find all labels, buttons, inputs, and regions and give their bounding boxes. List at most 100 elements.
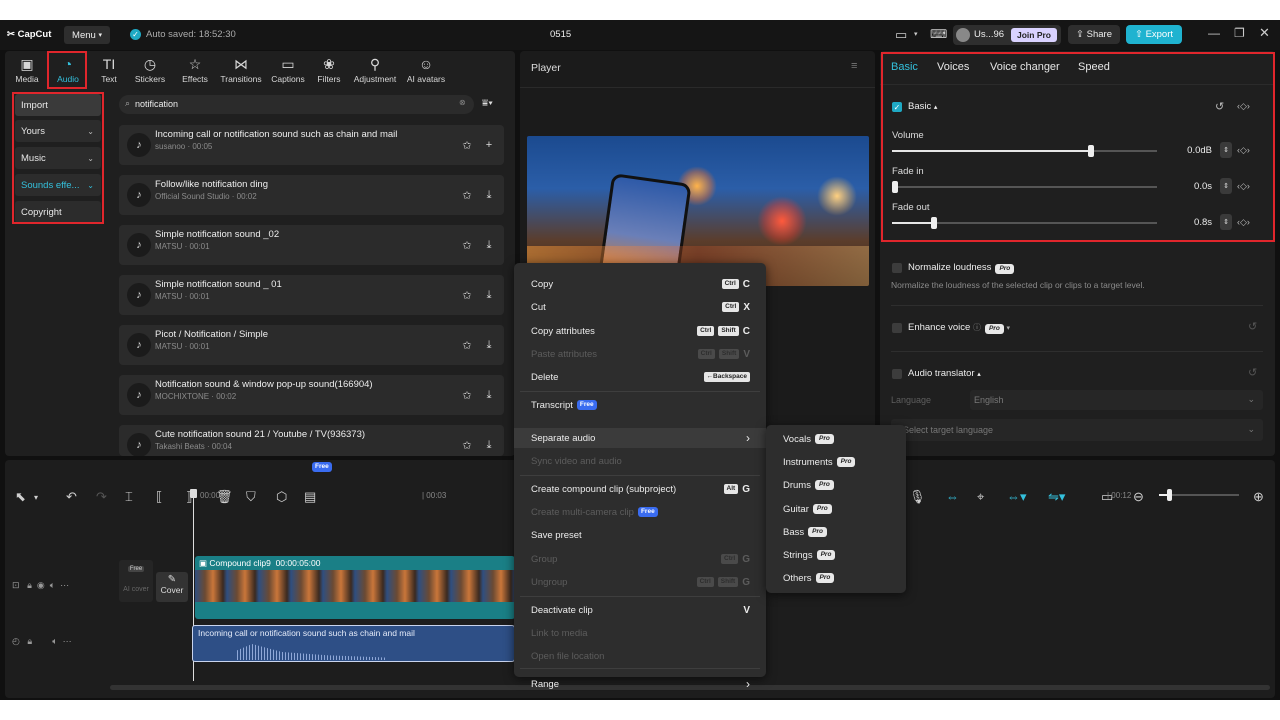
undo-icon[interactable]: ↶ bbox=[66, 489, 77, 505]
redo-icon[interactable]: ↷ bbox=[96, 489, 107, 505]
fadeout-stepper[interactable]: ⇕ bbox=[1220, 214, 1232, 230]
lock-icon[interactable]: 🔒︎ bbox=[27, 580, 32, 590]
toolbar-captions[interactable]: ▭ Captions bbox=[267, 54, 309, 86]
compound-clip[interactable]: ▣ Compound clip9 00:00:05:00 bbox=[195, 556, 515, 619]
toolbar-text[interactable]: TI Text bbox=[95, 54, 123, 86]
tab-speed[interactable]: Speed bbox=[1078, 61, 1110, 73]
list-item[interactable]: ♪ Follow/like notification ding Official S… bbox=[119, 175, 504, 215]
zoom-slider[interactable] bbox=[1159, 489, 1239, 501]
reset-icon[interactable]: ↺ bbox=[1248, 366, 1257, 379]
search-input[interactable]: ⌕ notification ⊗ bbox=[119, 95, 474, 114]
fadein-stepper[interactable]: ⇕ bbox=[1220, 178, 1232, 194]
download-icon[interactable]: ⤓ bbox=[482, 338, 496, 352]
toolbar-adjustment[interactable]: ⚲ Adjustment bbox=[348, 54, 402, 86]
submenu-item-bass[interactable]: Bass Pro bbox=[783, 525, 827, 539]
volume-stepper[interactable]: ⇕ bbox=[1220, 142, 1232, 158]
menu-item-save-preset[interactable]: Save preset bbox=[514, 525, 766, 545]
menu-item-copy-attributes[interactable]: Copy attributes Ctrl Shift C bbox=[514, 321, 766, 341]
reset-icon[interactable]: ↺ bbox=[1248, 320, 1257, 333]
filter-sort-icon[interactable]: ⩸▾ bbox=[482, 98, 493, 109]
sidebar-item-import[interactable]: Import bbox=[15, 94, 101, 116]
submenu-item-guitar[interactable]: Guitar Pro bbox=[783, 502, 832, 516]
favorite-star-icon[interactable]: ✩ bbox=[460, 188, 474, 202]
list-item[interactable]: ♪ Picot / Notification / Simple MATSU · 00… bbox=[119, 325, 504, 365]
download-icon[interactable]: ⤓ bbox=[482, 438, 496, 452]
slider-knob[interactable] bbox=[1167, 489, 1172, 501]
menu-item-transcript[interactable]: Transcript Free bbox=[514, 395, 766, 415]
list-item[interactable]: ♪ Incoming call or notification sound suc… bbox=[119, 125, 504, 165]
keyframe-diamond-icon[interactable]: ‹◇› bbox=[1237, 181, 1250, 192]
menu-item-deactivate-clip[interactable]: Deactivate clip V bbox=[514, 600, 766, 620]
maximize-icon[interactable]: ❐ bbox=[1234, 26, 1245, 40]
download-icon[interactable]: ⤓ bbox=[482, 238, 496, 252]
speaker-icon[interactable]: 🔈︎ bbox=[50, 580, 55, 590]
more-icon[interactable]: ⋯ bbox=[60, 580, 69, 590]
basic-section-label[interactable]: Basic ▴ bbox=[908, 101, 937, 112]
list-item[interactable]: ♪ Notification sound & window pop-up soun… bbox=[119, 375, 504, 415]
zoom-out-icon[interactable]: ⊖ bbox=[1133, 489, 1144, 505]
user-chip[interactable]: Us...96 Join Pro bbox=[953, 25, 1061, 45]
select-cursor-icon[interactable]: ⬉ bbox=[15, 489, 26, 505]
toolbar-ai-avatars[interactable]: ☺ AI avatars bbox=[401, 54, 451, 86]
toolbar-effects[interactable]: ☆ Effects bbox=[175, 54, 215, 86]
basic-checkbox[interactable]: ✓ bbox=[892, 102, 902, 112]
slider-knob[interactable] bbox=[1087, 145, 1094, 157]
language-select[interactable]: English ⌄ bbox=[970, 390, 1263, 410]
tab-basic[interactable]: Basic bbox=[891, 61, 918, 73]
add-icon[interactable]: + bbox=[482, 138, 496, 152]
ai-cover-button[interactable]: Free AI cover bbox=[119, 560, 153, 602]
split-icon[interactable]: ⌶ bbox=[125, 489, 133, 505]
list-item[interactable]: ♪ Cute notification sound 21 / Youtube / … bbox=[119, 425, 504, 456]
chevron-down-icon[interactable]: ▾ bbox=[34, 493, 38, 502]
keyboard-icon[interactable]: ⌨ bbox=[930, 27, 947, 41]
audio-track-icon[interactable]: ◴ bbox=[12, 636, 20, 646]
chevron-down-icon[interactable]: ▾ bbox=[914, 30, 918, 38]
mask-icon[interactable]: ⬡ bbox=[276, 489, 287, 505]
keyframe-diamond-icon[interactable]: ‹◇› bbox=[1237, 145, 1250, 156]
speaker-icon[interactable]: 🔈︎ bbox=[52, 636, 57, 646]
menu-item-copy[interactable]: Copy Ctrl C bbox=[514, 274, 766, 294]
track-icon[interactable]: ⊡ bbox=[12, 580, 20, 590]
more-icon[interactable]: ⋯ bbox=[63, 636, 72, 646]
auto-caption-icon[interactable]: ▤ bbox=[304, 489, 316, 505]
toolbar-audio[interactable]: ◔ Audio bbox=[50, 54, 86, 86]
volume-slider[interactable] bbox=[892, 145, 1157, 157]
tab-voices[interactable]: Voices bbox=[937, 61, 969, 73]
magnet-icon[interactable]: ⇔▾ bbox=[1007, 489, 1027, 505]
submenu-item-instruments[interactable]: Instruments Pro bbox=[783, 455, 856, 469]
reset-icon[interactable]: ↺ bbox=[1215, 100, 1224, 113]
hamburger-menu-icon[interactable]: ≡ bbox=[851, 60, 857, 72]
normalize-checkbox[interactable] bbox=[892, 263, 902, 273]
clear-icon[interactable]: ⊗ bbox=[459, 98, 466, 107]
snap-icon[interactable]: ⌖ bbox=[977, 489, 984, 505]
fadeout-value[interactable]: 0.8s bbox=[1160, 213, 1216, 231]
shield-icon[interactable]: ⛉ bbox=[246, 489, 256, 505]
volume-value[interactable]: 0.0dB bbox=[1160, 141, 1216, 159]
join-pro-button[interactable]: Join Pro bbox=[1011, 28, 1057, 42]
target-language-select[interactable]: Select target language ⌄ bbox=[891, 419, 1263, 441]
preview-axis-icon[interactable]: ⇋▾ bbox=[1048, 489, 1065, 505]
keyframe-diamond-icon[interactable]: ‹◇› bbox=[1237, 101, 1250, 112]
submenu-item-others[interactable]: Others Pro bbox=[783, 571, 835, 585]
audio-translator-checkbox[interactable] bbox=[892, 369, 902, 379]
close-icon[interactable]: ✕ bbox=[1259, 25, 1270, 41]
submenu-item-vocals[interactable]: Vocals Pro bbox=[783, 432, 834, 446]
playhead-handle[interactable] bbox=[190, 489, 197, 498]
download-icon[interactable]: ⤓ bbox=[482, 288, 496, 302]
link-clips-icon[interactable]: ⇔ bbox=[946, 489, 959, 504]
menu-button[interactable]: Menu ▾ bbox=[64, 26, 110, 44]
toolbar-stickers[interactable]: ◷ Stickers bbox=[132, 54, 168, 86]
toolbar-transitions[interactable]: ⋈ Transitions bbox=[217, 54, 265, 86]
sidebar-item-sound-effects[interactable]: Sounds effe... ⌄ bbox=[15, 174, 101, 196]
menu-item-compound-clip[interactable]: Create compound clip (subproject) Alt G bbox=[514, 479, 766, 499]
layout-icon[interactable]: ▭ bbox=[895, 27, 907, 43]
fadein-slider[interactable] bbox=[892, 181, 1157, 193]
eye-icon[interactable]: ◉ bbox=[37, 580, 45, 590]
favorite-star-icon[interactable]: ✩ bbox=[460, 238, 474, 252]
toolbar-filters[interactable]: ❀ Filters bbox=[311, 54, 347, 86]
list-item[interactable]: ♪ Simple notification sound _ 01 MATSU · 0… bbox=[119, 275, 504, 315]
menu-item-separate-audio[interactable]: Separate audio › bbox=[514, 428, 766, 448]
sidebar-item-music[interactable]: Music ⌄ bbox=[15, 147, 101, 169]
keyframe-diamond-icon[interactable]: ‹◇› bbox=[1237, 217, 1250, 228]
favorite-star-icon[interactable]: ✩ bbox=[460, 338, 474, 352]
